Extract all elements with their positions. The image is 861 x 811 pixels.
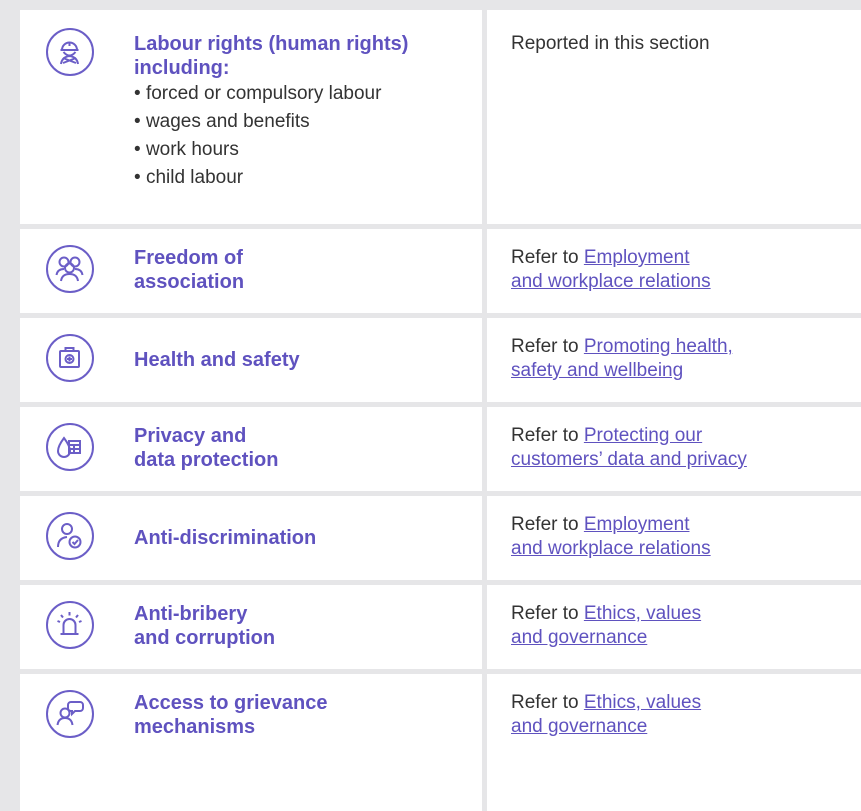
topic-label-line: including:	[134, 57, 230, 79]
reference-cell: Refer to Ethics, values and governance	[487, 585, 861, 669]
reference-link[interactable]: Employment	[584, 247, 690, 268]
reference-link[interactable]: and workplace relations	[511, 538, 711, 559]
topic-label: Anti-discrimination	[134, 526, 316, 550]
reference-text: Reported in this section	[511, 33, 710, 54]
reference-prefix: Refer to	[511, 247, 584, 268]
table-row: Freedom of association Refer to Employme…	[20, 229, 861, 313]
reference-cell: Reported in this section	[487, 10, 861, 224]
topic-cell: Freedom of association	[20, 229, 482, 313]
group-people-icon	[46, 245, 94, 293]
reference-text: Refer to Employment and workplace relati…	[511, 246, 711, 294]
reference-prefix: Refer to	[511, 603, 584, 624]
topic-label-line: Anti-bribery	[134, 603, 248, 625]
reference-link[interactable]: Ethics, values	[584, 692, 701, 713]
table-row: Anti-bribery and corruption Refer to Eth…	[20, 585, 861, 669]
worker-helmet-icon	[46, 28, 94, 76]
topic-label-line: Labour rights (human rights)	[134, 33, 409, 55]
topic-label-line: mechanisms	[134, 716, 256, 738]
list-item: wages and benefits	[134, 108, 381, 136]
table-row: Privacy and data protection Refer to Pro…	[20, 407, 861, 491]
reference-link[interactable]: and governance	[511, 716, 647, 737]
reference-text: Refer to Protecting our customers’ data …	[511, 424, 747, 472]
reference-text: Refer to Ethics, values and governance	[511, 602, 701, 650]
topic-cell: Labour rights (human rights) including: …	[20, 10, 482, 224]
reference-cell: Refer to Employment and workplace relati…	[487, 229, 861, 313]
topic-label-line: Privacy and	[134, 425, 247, 447]
reference-prefix: Refer to	[511, 692, 584, 713]
topic-label: Privacy and data protection	[134, 424, 278, 472]
list-item: forced or compulsory labour	[134, 80, 382, 108]
reference-link[interactable]: Employment	[584, 514, 690, 535]
topic-cell: Anti-discrimination	[20, 496, 482, 580]
reference-prefix: Refer to	[511, 514, 584, 535]
topic-label: Access to grievance mechanisms	[134, 691, 327, 739]
reference-cell: Refer to Employment and workplace relati…	[487, 496, 861, 580]
bullet-list: forced or compulsory labour wages and be…	[134, 80, 382, 192]
table-row: Health and safety Refer to Promoting hea…	[20, 318, 861, 402]
topic-label-line: Freedom of	[134, 247, 243, 269]
reference-link[interactable]: safety and wellbeing	[511, 360, 683, 381]
topic-label: Freedom of association	[134, 246, 244, 294]
table-row: Access to grievance mechanisms Refer to …	[20, 674, 861, 811]
person-check-icon	[46, 512, 94, 560]
topic-cell: Privacy and data protection	[20, 407, 482, 491]
reference-prefix: Refer to	[511, 425, 584, 446]
topic-label: Labour rights (human rights) including:	[134, 32, 408, 80]
topic-label: Health and safety	[134, 348, 300, 372]
data-protection-icon	[46, 423, 94, 471]
reference-cell: Refer to Promoting health, safety and we…	[487, 318, 861, 402]
topic-label-line: association	[134, 271, 245, 293]
topic-cell: Health and safety	[20, 318, 482, 402]
reference-link[interactable]: and governance	[511, 627, 647, 648]
alarm-siren-icon	[46, 601, 94, 649]
person-speech-icon	[46, 690, 94, 738]
reference-cell: Refer to Ethics, values and governance	[487, 674, 861, 811]
reference-link[interactable]: and workplace relations	[511, 271, 711, 292]
reference-cell: Refer to Protecting our customers’ data …	[487, 407, 861, 491]
first-aid-kit-icon	[46, 334, 94, 382]
table-row: Labour rights (human rights) including: …	[20, 10, 861, 224]
topic-label-line: Anti-discrimination	[134, 527, 317, 549]
table-row: Anti-discrimination Refer to Employment …	[20, 496, 861, 580]
list-item: child labour	[134, 164, 381, 192]
reference-link[interactable]: Ethics, values	[584, 603, 701, 624]
topic-cell: Access to grievance mechanisms	[20, 674, 482, 811]
topic-label-line: Health and safety	[134, 349, 300, 371]
reference-text: Refer to Ethics, values and governance	[511, 691, 701, 739]
reference-link[interactable]: Promoting health,	[584, 336, 733, 357]
rights-table: Labour rights (human rights) including: …	[20, 10, 861, 811]
topic-label-line: Access to grievance	[134, 692, 328, 714]
reference-link[interactable]: customers’ data and privacy	[511, 449, 747, 470]
topic-label-line: data protection	[134, 449, 279, 471]
list-item: work hours	[134, 136, 381, 164]
reference-text: Refer to Employment and workplace relati…	[511, 513, 711, 561]
topic-cell: Anti-bribery and corruption	[20, 585, 482, 669]
topic-label: Anti-bribery and corruption	[134, 602, 275, 650]
reference-text: Refer to Promoting health, safety and we…	[511, 335, 733, 383]
topic-label-line: and corruption	[134, 627, 276, 649]
reference-prefix: Refer to	[511, 336, 584, 357]
reference-link[interactable]: Protecting our	[584, 425, 702, 446]
